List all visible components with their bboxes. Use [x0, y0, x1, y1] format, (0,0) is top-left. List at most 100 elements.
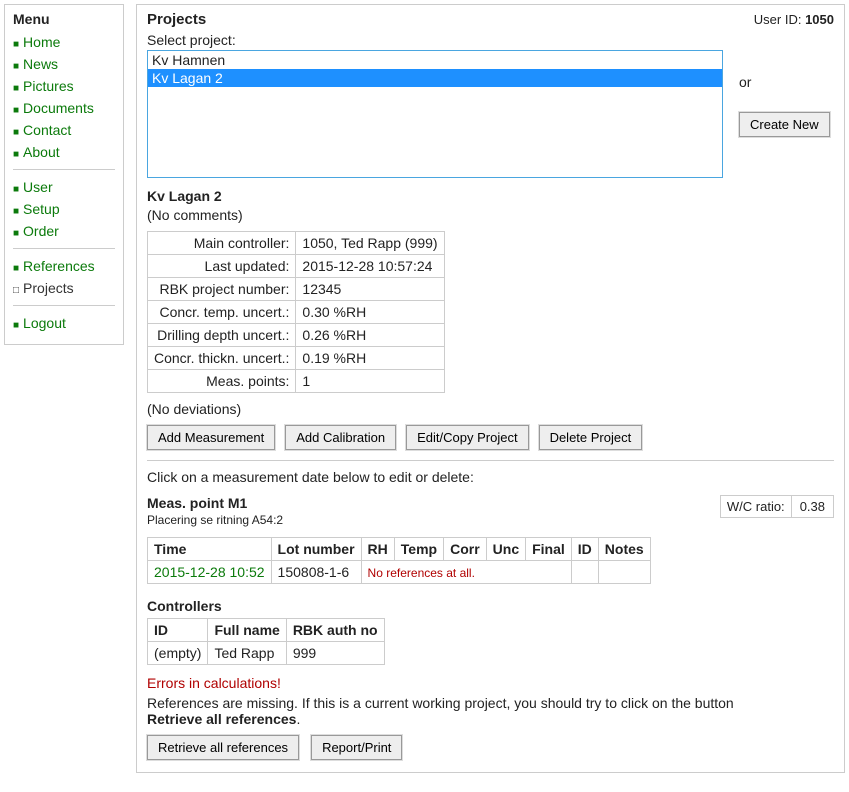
project-listbox[interactable]: Kv HamnenKv Lagan 2 — [147, 50, 723, 178]
info-row: Concr. thickn. uncert.:0.19 %RH — [148, 347, 445, 370]
sidebar-item-label: News — [23, 56, 58, 72]
sidebar-item-label: Documents — [23, 100, 94, 116]
column-header: Temp — [394, 538, 443, 561]
sidebar-item-news[interactable]: ■ News — [13, 53, 115, 75]
sidebar-item-logout[interactable]: ■ Logout — [13, 312, 115, 334]
column-header: RH — [361, 538, 394, 561]
no-references-note: No references at all. — [368, 566, 475, 580]
add-measurement-button[interactable]: Add Measurement — [147, 425, 275, 450]
menu-title: Menu — [13, 11, 115, 27]
column-header: Final — [526, 538, 572, 561]
sidebar-item-label: Order — [23, 223, 59, 239]
bullet-icon: ■ — [13, 149, 19, 160]
controller-auth: 999 — [286, 642, 384, 665]
ref-missing-text: References are missing. If this is a cur… — [147, 695, 834, 727]
info-label: Last updated: — [148, 255, 296, 278]
main-panel: Projects User ID: 1050 Select project: K… — [136, 4, 845, 773]
sidebar-item-label: About — [23, 144, 60, 160]
project-option[interactable]: Kv Lagan 2 — [148, 69, 722, 87]
column-header: Notes — [598, 538, 650, 561]
sidebar-item-label: Pictures — [23, 78, 74, 94]
bullet-icon: ■ — [13, 228, 19, 239]
measurements-table: TimeLot numberRHTempCorrUncFinalIDNotes … — [147, 537, 651, 584]
controllers-table: IDFull nameRBK auth no (empty) Ted Rapp … — [147, 618, 385, 665]
report-print-button[interactable]: Report/Print — [311, 735, 402, 760]
column-header: Unc — [486, 538, 525, 561]
bullet-icon: ■ — [13, 263, 19, 274]
info-label: Drilling depth uncert.: — [148, 324, 296, 347]
bullet-icon: ■ — [13, 61, 19, 72]
wc-ratio: W/C ratio: 0.38 — [720, 495, 834, 518]
no-deviations: (No deviations) — [147, 401, 834, 417]
info-value: 0.26 %RH — [296, 324, 444, 347]
sidebar-item-documents[interactable]: ■ Documents — [13, 97, 115, 119]
info-row: Drilling depth uncert.:0.26 %RH — [148, 324, 445, 347]
sidebar-item-contact[interactable]: ■ Contact — [13, 119, 115, 141]
meas-hint: Click on a measurement date below to edi… — [147, 469, 834, 485]
column-header: Time — [148, 538, 272, 561]
bullet-icon: ■ — [13, 320, 19, 331]
delete-project-button[interactable]: Delete Project — [539, 425, 643, 450]
bullet-icon: ■ — [13, 39, 19, 50]
info-value: 2015-12-28 10:57:24 — [296, 255, 444, 278]
sidebar-item-label: Logout — [23, 315, 66, 331]
lot-number: 150808-1-6 — [271, 561, 361, 584]
sidebar-item-about[interactable]: ■ About — [13, 141, 115, 163]
column-header: RBK auth no — [286, 619, 384, 642]
info-row: Meas. points:1 — [148, 370, 445, 393]
column-header: Lot number — [271, 538, 361, 561]
sidebar-item-label: Projects — [23, 280, 74, 296]
add-calibration-button[interactable]: Add Calibration — [285, 425, 396, 450]
edit-copy-project-button[interactable]: Edit/Copy Project — [406, 425, 528, 450]
select-project-label: Select project: — [147, 32, 834, 48]
controller-id: (empty) — [148, 642, 208, 665]
bullet-icon: ■ — [13, 184, 19, 195]
project-info-table: Main controller:1050, Ted Rapp (999)Last… — [147, 231, 445, 393]
info-value: 12345 — [296, 278, 444, 301]
table-row: 2015-12-28 10:52 150808-1-6 No reference… — [148, 561, 651, 584]
info-value: 1 — [296, 370, 444, 393]
sidebar-item-setup[interactable]: ■ Setup — [13, 198, 115, 220]
sidebar-item-order[interactable]: ■ Order — [13, 220, 115, 242]
column-header: Full name — [208, 619, 286, 642]
info-label: RBK project number: — [148, 278, 296, 301]
column-header: Corr — [444, 538, 487, 561]
sidebar-item-label: Contact — [23, 122, 71, 138]
or-text: or — [739, 74, 751, 90]
menu-divider — [13, 305, 115, 306]
user-id: User ID: 1050 — [754, 12, 834, 27]
info-row: Concr. temp. uncert.:0.30 %RH — [148, 301, 445, 324]
sidebar-item-user[interactable]: ■User — [13, 176, 115, 198]
project-comments: (No comments) — [147, 207, 834, 223]
table-row: (empty) Ted Rapp 999 — [148, 642, 385, 665]
controllers-title: Controllers — [147, 598, 834, 614]
column-header: ID — [571, 538, 598, 561]
info-row: Main controller:1050, Ted Rapp (999) — [148, 232, 445, 255]
info-label: Concr. temp. uncert.: — [148, 301, 296, 324]
sidebar-item-references[interactable]: ■References — [13, 255, 115, 277]
bullet-icon: ■ — [13, 206, 19, 217]
meas-point-sub: Placering se ritning A54:2 — [147, 513, 283, 527]
bullet-icon: ■ — [13, 105, 19, 116]
project-option[interactable]: Kv Hamnen — [148, 51, 722, 69]
sidebar-item-home[interactable]: ■ Home — [13, 31, 115, 53]
sidebar-item-pictures[interactable]: ■Pictures — [13, 75, 115, 97]
project-name: Kv Lagan 2 — [147, 188, 834, 204]
info-value: 1050, Ted Rapp (999) — [296, 232, 444, 255]
sidebar-item-projects[interactable]: □Projects — [13, 277, 115, 299]
create-new-button[interactable]: Create New — [739, 112, 830, 137]
info-label: Concr. thickn. uncert.: — [148, 347, 296, 370]
sidebar-item-label: Home — [23, 34, 60, 50]
bullet-icon: ■ — [13, 127, 19, 138]
measurement-time-link[interactable]: 2015-12-28 10:52 — [154, 564, 265, 580]
controller-name: Ted Rapp — [208, 642, 286, 665]
sidebar: Menu ■Home■News■Pictures■Documents■Conta… — [4, 4, 124, 345]
menu-divider — [13, 248, 115, 249]
errors-text: Errors in calculations! — [147, 675, 834, 691]
sidebar-item-label: Setup — [23, 201, 60, 217]
info-row: Last updated:2015-12-28 10:57:24 — [148, 255, 445, 278]
retrieve-references-button[interactable]: Retrieve all references — [147, 735, 299, 760]
divider — [147, 460, 834, 461]
page-title: Projects — [147, 11, 206, 28]
meas-point-title: Meas. point M1 — [147, 495, 283, 511]
